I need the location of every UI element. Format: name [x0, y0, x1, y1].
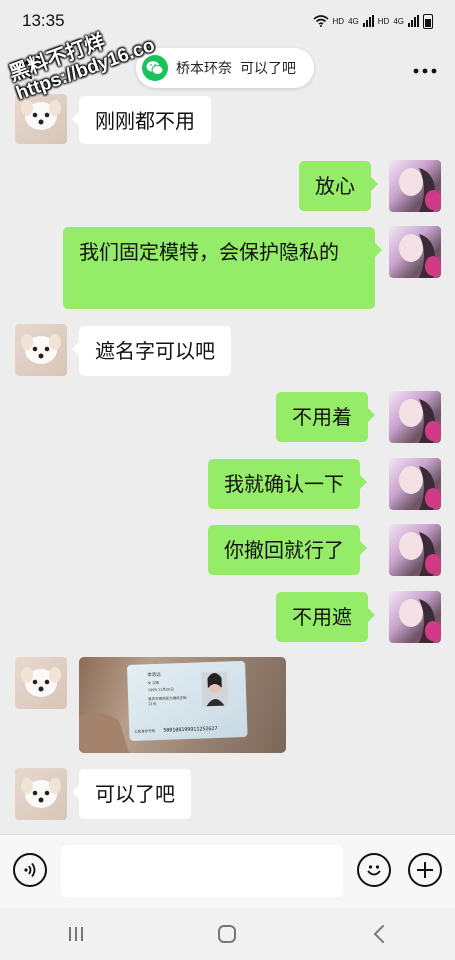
- contact-name: 桥本环奈: [176, 61, 232, 77]
- message-bubble-sent[interactable]: 不用遮: [276, 592, 375, 642]
- contact-avatar[interactable]: [15, 324, 67, 376]
- emoji-button[interactable]: [357, 853, 391, 887]
- message-bubble-sent[interactable]: 放心: [299, 161, 378, 211]
- system-nav-bar: [0, 908, 455, 960]
- contact-status: 可以了吧: [240, 61, 296, 77]
- message-text: 刚刚都不用: [95, 109, 195, 133]
- recent-apps-icon: [68, 927, 83, 941]
- nav-back-button[interactable]: [359, 914, 399, 954]
- input-bar: [0, 834, 455, 908]
- net-label-2: HD: [377, 16, 390, 26]
- voice-icon: [24, 862, 36, 878]
- message-text: 你撤回就行了: [224, 538, 344, 562]
- self-avatar[interactable]: [389, 458, 441, 510]
- id-line2: 1999 11月20日: [148, 686, 174, 692]
- net-label-1b: 4G: [348, 16, 359, 26]
- id-line1: 女 汉族: [148, 680, 160, 685]
- status-indicators: HD 4G HD 4G: [313, 13, 433, 29]
- message-text: 不用遮: [292, 605, 352, 629]
- contact-avatar[interactable]: [15, 657, 67, 709]
- message-input[interactable]: [61, 845, 343, 897]
- net-label-1: HD: [332, 16, 345, 26]
- photo-message[interactable]: 李思远 女 汉族 1999 11月20日 重庆市南岸区大佛段正街 21号 公民身…: [79, 657, 286, 753]
- signal-icon: [362, 15, 374, 27]
- home-icon: [218, 925, 237, 943]
- message-bubble-sent[interactable]: 不用着: [276, 392, 375, 442]
- plus-button[interactable]: [408, 853, 442, 887]
- plus-icon: [417, 862, 433, 878]
- nav-back-icon: [373, 925, 385, 943]
- battery-icon: [423, 13, 433, 29]
- message-text: 放心: [315, 174, 355, 198]
- self-avatar[interactable]: [389, 524, 441, 576]
- message-bubble-sent[interactable]: 你撤回就行了: [208, 525, 367, 575]
- message-bubble-sent[interactable]: 我们固定模特，会保护隐私的: [63, 227, 382, 309]
- message-text: 遮名字可以吧: [95, 339, 215, 363]
- self-avatar[interactable]: [389, 391, 441, 443]
- message-text: 不用着: [292, 405, 352, 429]
- message-text: 我们固定模特，会保护隐私的: [79, 240, 339, 264]
- signal-icon-2: [408, 15, 419, 27]
- self-avatar[interactable]: [389, 226, 441, 278]
- id-label: 公民身份号码: [134, 728, 156, 734]
- id-address2: 21号: [148, 701, 157, 706]
- message-text: 可以了吧: [95, 782, 175, 806]
- more-button[interactable]: [413, 57, 437, 79]
- self-avatar[interactable]: [389, 160, 441, 212]
- message-bubble-received[interactable]: 遮名字可以吧: [72, 326, 231, 376]
- chat-screen: 13:35 HD 4G HD 4G 桥本环奈 可以了吧 黑料不打烊 https:…: [0, 0, 455, 960]
- home-button[interactable]: [207, 914, 247, 954]
- status-time: 13:35: [22, 11, 65, 30]
- contact-avatar[interactable]: [15, 768, 67, 820]
- more-dots-icon: [413, 68, 437, 74]
- message-bubble-sent[interactable]: 我就确认一下: [208, 459, 367, 509]
- self-avatar[interactable]: [389, 591, 441, 643]
- message-text: 我就确认一下: [224, 472, 344, 496]
- net-label-2b: 4G: [393, 16, 404, 26]
- recent-apps-button[interactable]: [56, 914, 96, 954]
- id-card-photo: 李思远 女 汉族 1999 11月20日 重庆市南岸区大佛段正街 21号 公民身…: [79, 661, 248, 753]
- voice-button[interactable]: [13, 853, 47, 887]
- contact-title-pill[interactable]: 桥本环奈 可以了吧: [136, 48, 314, 88]
- status-bar: 13:35 HD 4G HD 4G: [0, 0, 455, 42]
- message-bubble-received[interactable]: 可以了吧: [72, 769, 191, 819]
- message-bubble-received[interactable]: 刚刚都不用: [72, 96, 211, 144]
- emoji-icon: [367, 865, 381, 876]
- wifi-icon: [313, 15, 329, 27]
